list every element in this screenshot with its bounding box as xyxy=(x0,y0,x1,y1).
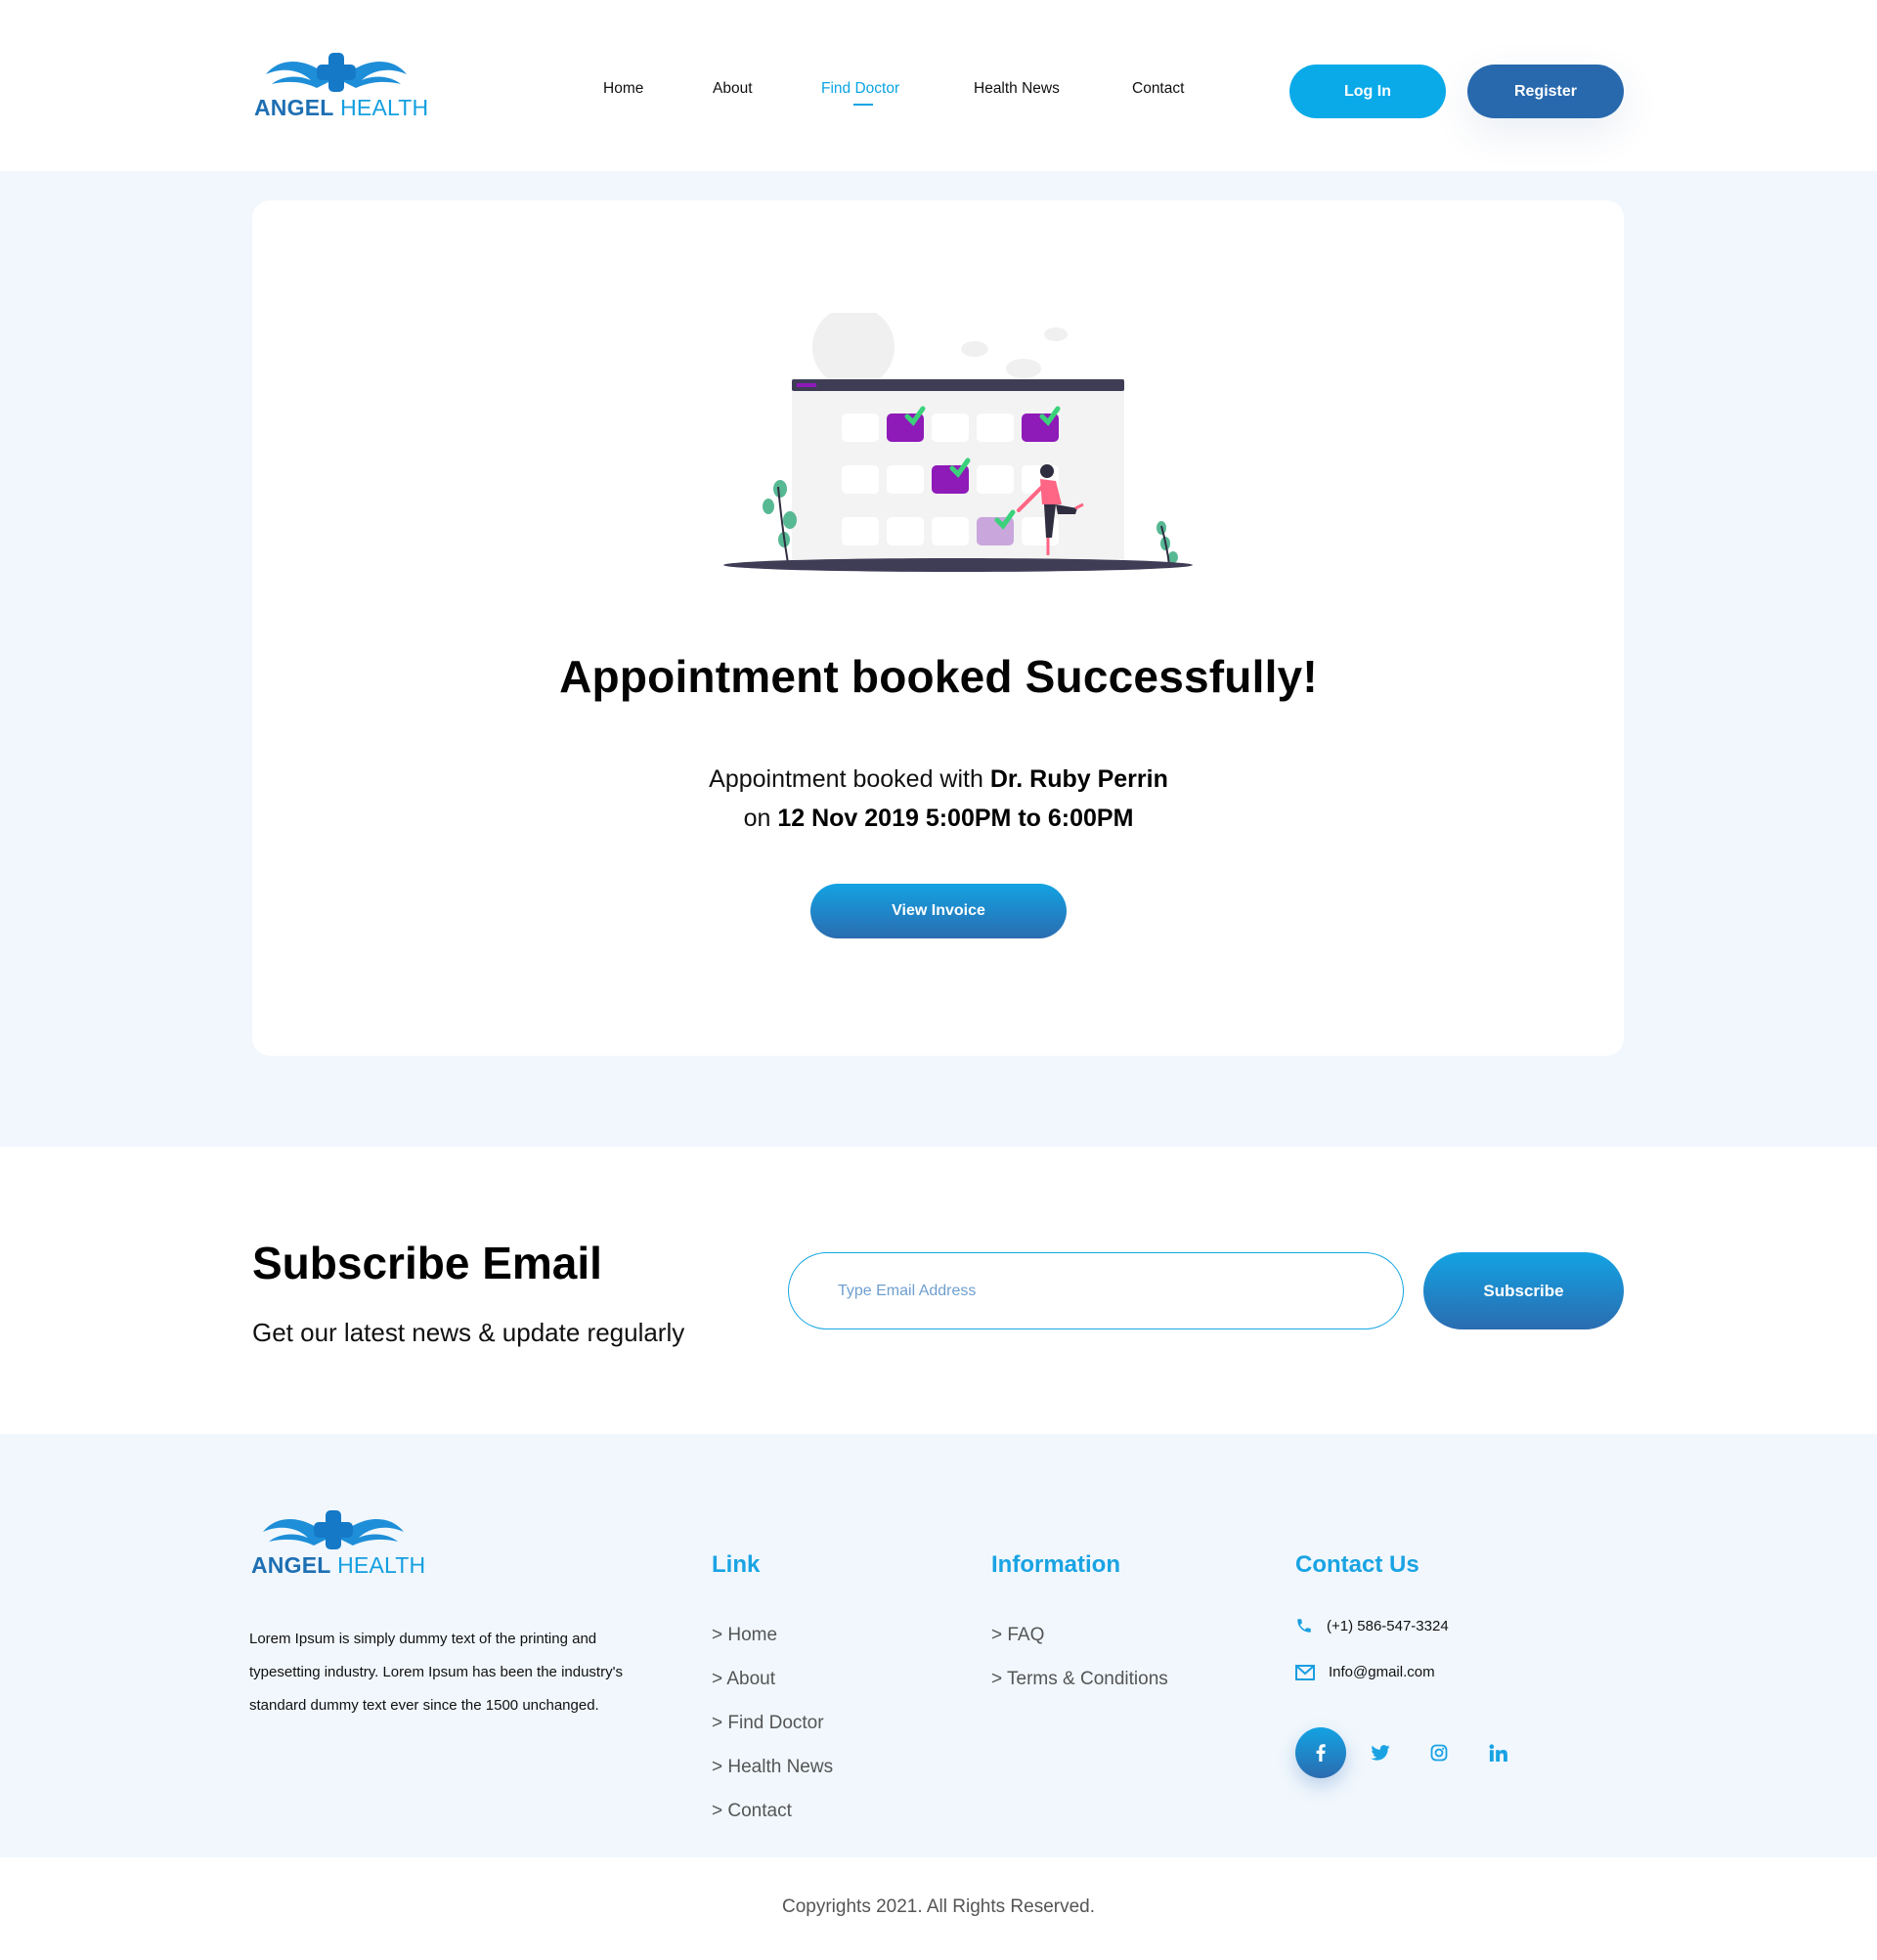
footer-link-faq[interactable]: > FAQ xyxy=(991,1625,1044,1646)
angel-wings-icon xyxy=(263,1510,404,1549)
footer-link-home[interactable]: > Home xyxy=(712,1625,777,1646)
subscribe-title: Subscribe Email xyxy=(252,1238,602,1288)
linkedin-icon[interactable] xyxy=(1472,1727,1523,1778)
login-button[interactable]: Log In xyxy=(1289,65,1446,118)
nav-home[interactable]: Home xyxy=(603,80,643,98)
nav-find-doctor[interactable]: Find Doctor xyxy=(821,80,899,98)
footer-link-contact[interactable]: > Contact xyxy=(712,1801,792,1822)
footer-link-title: Link xyxy=(712,1551,761,1578)
calendar-booking-illustration xyxy=(723,313,1193,572)
footer-info-title: Information xyxy=(991,1551,1120,1578)
contact-phone-row: (+1) 586-547-3324 xyxy=(1295,1617,1449,1634)
twitter-icon[interactable] xyxy=(1355,1727,1406,1778)
footer-brand-logo[interactable]: ANGEL HEALTH xyxy=(249,1508,425,1579)
appointment-time-line: on 12 Nov 2019 5:00PM to 6:00PM xyxy=(743,805,1134,832)
phone-icon xyxy=(1297,1619,1311,1633)
facebook-icon[interactable] xyxy=(1295,1727,1346,1778)
subscribe-button[interactable]: Subscribe xyxy=(1423,1252,1624,1329)
appointment-doctor-line: Appointment booked with Dr. Ruby Perrin xyxy=(709,765,1168,793)
contact-email-row: Info@gmail.com xyxy=(1295,1664,1435,1680)
brand-wordmark: ANGEL HEALTH xyxy=(251,1552,426,1578)
appointment-datetime: 12 Nov 2019 5:00PM to 6:00PM xyxy=(777,805,1134,832)
success-headline: Appointment booked Successfully! xyxy=(559,651,1318,702)
footer-link-about[interactable]: > About xyxy=(712,1669,775,1690)
footer-link-terms[interactable]: > Terms & Conditions xyxy=(991,1669,1168,1690)
subscribe-subtitle: Get our latest news & update regularly xyxy=(252,1318,685,1347)
doctor-name: Dr. Ruby Perrin xyxy=(989,765,1168,793)
copyright-text: Copyrights 2021. All Rights Reserved. xyxy=(782,1896,1095,1917)
footer-link-find-doctor[interactable]: > Find Doctor xyxy=(712,1713,824,1734)
nav-health-news[interactable]: Health News xyxy=(974,80,1060,98)
footer-about-text: Lorem Ipsum is simply dummy text of the … xyxy=(249,1631,623,1714)
nav-about[interactable]: About xyxy=(713,80,753,98)
email-input[interactable] xyxy=(788,1252,1404,1329)
contact-email[interactable]: Info@gmail.com xyxy=(1329,1664,1435,1680)
site-header: ANGEL HEALTH Home About Find Doctor Heal… xyxy=(0,0,1877,171)
footer-contact-title: Contact Us xyxy=(1295,1551,1419,1578)
mail-icon xyxy=(1295,1664,1315,1680)
footer-link-health-news[interactable]: > Health News xyxy=(712,1757,833,1778)
contact-phone: (+1) 586-547-3324 xyxy=(1327,1617,1449,1634)
view-invoice-button[interactable]: View Invoice xyxy=(810,884,1067,938)
register-button[interactable]: Register xyxy=(1467,65,1624,118)
instagram-icon[interactable] xyxy=(1414,1727,1464,1778)
active-nav-indicator xyxy=(853,104,873,106)
nav-contact[interactable]: Contact xyxy=(1132,80,1184,98)
